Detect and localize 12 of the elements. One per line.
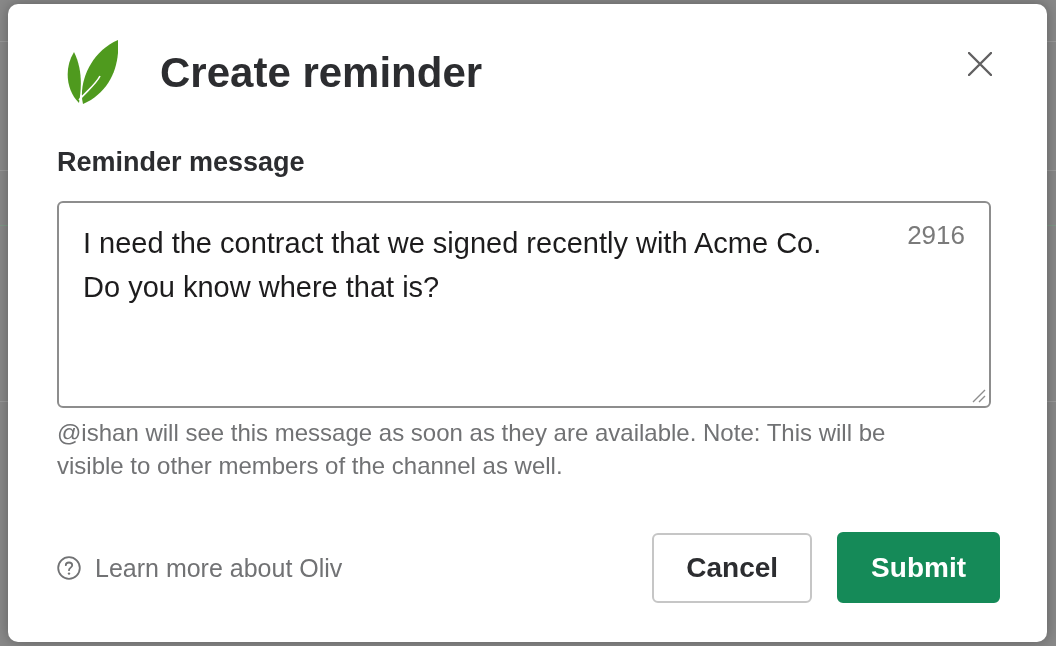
field-label: Reminder message xyxy=(57,146,306,178)
learn-more-link[interactable]: Learn more about Oliv xyxy=(57,552,343,583)
dialog-title: Create reminder xyxy=(160,49,483,97)
field-hint: @ishan will see this message as soon as they are available. Note: This will be visible to other members of the channel as well. xyxy=(57,418,887,481)
close-icon xyxy=(968,52,992,76)
cancel-button[interactable]: Cancel xyxy=(652,532,813,603)
submit-button[interactable]: Submit xyxy=(837,532,1000,603)
resize-handle-icon[interactable] xyxy=(972,389,986,403)
character-count: 2916 xyxy=(907,219,965,251)
message-field[interactable]: I need the contract that we signed recently with Acme Co. Do you know where that is? 2916 xyxy=(57,201,991,408)
help-icon xyxy=(57,555,81,580)
leaf-logo-icon xyxy=(66,40,118,104)
